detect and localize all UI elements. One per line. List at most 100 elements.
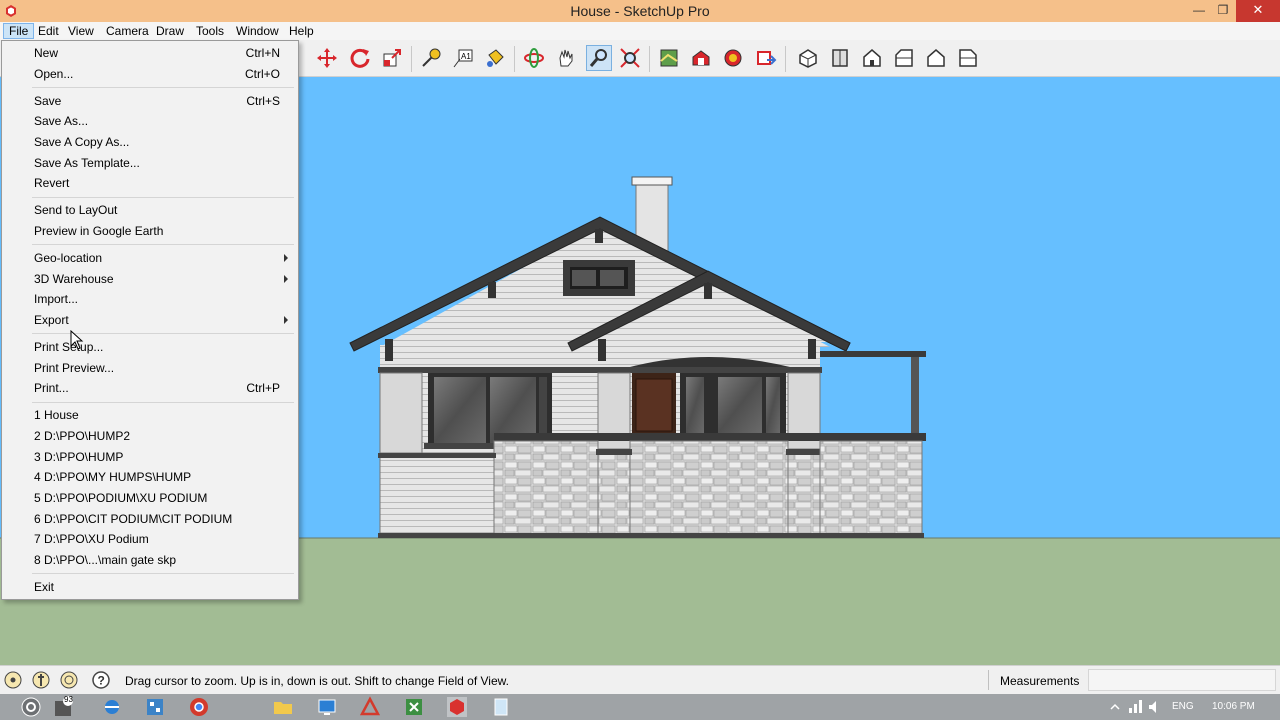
menu-item-save-a-copy-as[interactable]: Save A Copy As... xyxy=(2,132,298,152)
menu-item-8-d-ppo-main-gate-skp[interactable]: 8 D:\PPO\...\main gate skp xyxy=(2,550,298,570)
add-location-icon[interactable] xyxy=(656,45,682,71)
menu-item-label: Save As Template... xyxy=(34,155,140,170)
menu-item-label: 7 D:\PPO\XU Podium xyxy=(34,532,149,547)
menu-item-1-house[interactable]: 1 House xyxy=(2,405,298,425)
menu-separator xyxy=(32,401,294,403)
help-icon[interactable]: ? xyxy=(91,670,111,690)
rotate-icon[interactable] xyxy=(347,45,373,71)
sketchup-task-icon[interactable] xyxy=(446,696,468,718)
menu-item-send-to-layout[interactable]: Send to LayOut xyxy=(2,200,298,220)
menu-item-label: 1 House xyxy=(34,408,79,423)
mouse-cursor-icon xyxy=(70,330,84,350)
submenu-arrow-icon xyxy=(284,274,288,283)
menu-item-revert[interactable]: Revert xyxy=(2,173,298,193)
acrobat-icon[interactable] xyxy=(359,696,381,718)
menu-view[interactable]: View xyxy=(63,23,99,39)
menu-item-3-d-ppo-hump[interactable]: 3 D:\PPO\HUMP xyxy=(2,447,298,467)
menu-item-exit[interactable]: Exit xyxy=(2,577,298,597)
menu-item-4-d-ppo-my-humps-hump[interactable]: 4 D:\PPO\MY HUMPS\HUMP xyxy=(2,467,298,487)
left-view-icon[interactable] xyxy=(955,45,981,71)
menu-item-shortcut: Ctrl+P xyxy=(246,381,280,396)
window-title: House - SketchUp Pro xyxy=(570,3,710,19)
menu-item-save-as-template[interactable]: Save As Template... xyxy=(2,153,298,173)
menu-item-3d-warehouse[interactable]: 3D Warehouse xyxy=(2,269,298,289)
start-icon[interactable] xyxy=(20,696,42,718)
file-explorer-icon[interactable] xyxy=(272,696,294,718)
iso-view-icon[interactable] xyxy=(795,45,821,71)
menu-item-label: Print Setup... xyxy=(34,339,104,354)
menu-item-label: 6 D:\PPO\CIT PODIUM\CIT PODIUM xyxy=(34,511,233,526)
menu-item-import[interactable]: Import... xyxy=(2,289,298,309)
ie-icon[interactable] xyxy=(101,696,123,718)
menu-camera[interactable]: Camera xyxy=(101,23,154,39)
get-models-icon[interactable] xyxy=(688,45,714,71)
tape-measure-icon[interactable] xyxy=(418,45,444,71)
credits-icon[interactable] xyxy=(31,670,51,690)
menu-item-7-d-ppo-xu-podium[interactable]: 7 D:\PPO\XU Podium xyxy=(2,529,298,549)
status-bar: ? Drag cursor to zoom. Up is in, down is… xyxy=(0,665,1280,694)
user-account-icon[interactable] xyxy=(59,670,79,690)
menu-item-label: New xyxy=(34,46,59,60)
language-indicator[interactable]: ENG xyxy=(1172,701,1194,712)
notepad-icon[interactable] xyxy=(490,696,512,718)
menu-file[interactable]: File xyxy=(3,23,35,39)
measurements-input[interactable] xyxy=(1088,669,1276,691)
toolbar-separator xyxy=(649,46,650,72)
scale-icon[interactable] xyxy=(379,45,405,71)
front-view-icon[interactable] xyxy=(859,45,885,71)
menu-item-save-as[interactable]: Save As... xyxy=(2,111,298,131)
menu-item-6-d-ppo-cit-podium-cit-podium[interactable]: 6 D:\PPO\CIT PODIUM\CIT PODIUM xyxy=(2,509,298,529)
menu-item-label: 3 D:\PPO\HUMP xyxy=(34,449,124,464)
menu-item-print[interactable]: Print... Ctrl+P xyxy=(2,378,298,398)
tray-up-arrow-icon[interactable] xyxy=(1104,696,1126,718)
svg-text:A1: A1 xyxy=(461,52,471,61)
geo-location-icon[interactable] xyxy=(3,670,23,690)
close-button[interactable]: ✕ xyxy=(1236,0,1280,22)
menu-item-label: Open... xyxy=(34,66,74,81)
menu-item-label: Print Preview... xyxy=(34,360,115,375)
move-icon[interactable] xyxy=(314,45,340,71)
menu-item-new[interactable]: New Ctrl+N xyxy=(2,43,298,63)
menu-item-label: Preview in Google Earth xyxy=(34,224,164,238)
status-hint: Drag cursor to zoom. Up is in, down is o… xyxy=(125,674,509,688)
share-model-icon[interactable] xyxy=(720,45,746,71)
menu-item-print-preview[interactable]: Print Preview... xyxy=(2,358,298,378)
menu-window[interactable]: Window xyxy=(231,23,284,39)
menu-item-save[interactable]: Save Ctrl+S xyxy=(2,91,298,111)
paint-bucket-icon[interactable] xyxy=(482,45,508,71)
menu-item-label: Print... xyxy=(34,381,69,396)
remote-desktop-icon[interactable] xyxy=(316,696,338,718)
control-panel-icon[interactable] xyxy=(144,696,166,718)
menu-item-2-d-ppo-hump2[interactable]: 2 D:\PPO\HUMP2 xyxy=(2,426,298,446)
excel-icon[interactable] xyxy=(403,696,425,718)
network-icon[interactable] xyxy=(1124,696,1146,718)
menu-bar: File Edit View Camera Draw Tools Window … xyxy=(0,22,1280,40)
menu-item-label: 5 D:\PPO\PODIUM\XU PODIUM xyxy=(34,491,208,505)
menu-tools[interactable]: Tools xyxy=(191,23,229,39)
pan-icon[interactable] xyxy=(553,45,579,71)
menu-item-label: 3D Warehouse xyxy=(34,271,114,286)
menu-help[interactable]: Help xyxy=(284,23,319,39)
text-icon[interactable]: A1 xyxy=(450,45,476,71)
back-view-icon[interactable] xyxy=(923,45,949,71)
zoom-extents-icon[interactable] xyxy=(617,45,643,71)
menu-item-5-d-ppo-podium-xu-podium[interactable]: 5 D:\PPO\PODIUM\XU PODIUM xyxy=(2,488,298,508)
clock[interactable]: 10:06 PM xyxy=(1212,701,1255,712)
status-separator xyxy=(988,670,989,690)
app-badge-count: 93 xyxy=(64,695,73,704)
zoom-icon[interactable] xyxy=(586,45,612,71)
restore-button[interactable]: ❐ xyxy=(1209,0,1237,22)
orbit-icon[interactable] xyxy=(521,45,547,71)
menu-item-print-setup[interactable]: Print Setup... xyxy=(2,337,298,357)
menu-item-export[interactable]: Export xyxy=(2,310,298,330)
top-view-icon[interactable] xyxy=(827,45,853,71)
share-component-icon[interactable] xyxy=(753,45,779,71)
right-view-icon[interactable] xyxy=(891,45,917,71)
chrome-icon[interactable] xyxy=(188,696,210,718)
menu-item-open[interactable]: Open... Ctrl+O xyxy=(2,64,298,84)
menu-edit[interactable]: Edit xyxy=(33,23,64,39)
menu-item-preview-in-google-earth[interactable]: Preview in Google Earth xyxy=(2,221,298,241)
volume-icon[interactable] xyxy=(1144,696,1166,718)
menu-draw[interactable]: Draw xyxy=(151,23,189,39)
menu-item-geo-location[interactable]: Geo-location xyxy=(2,248,298,268)
